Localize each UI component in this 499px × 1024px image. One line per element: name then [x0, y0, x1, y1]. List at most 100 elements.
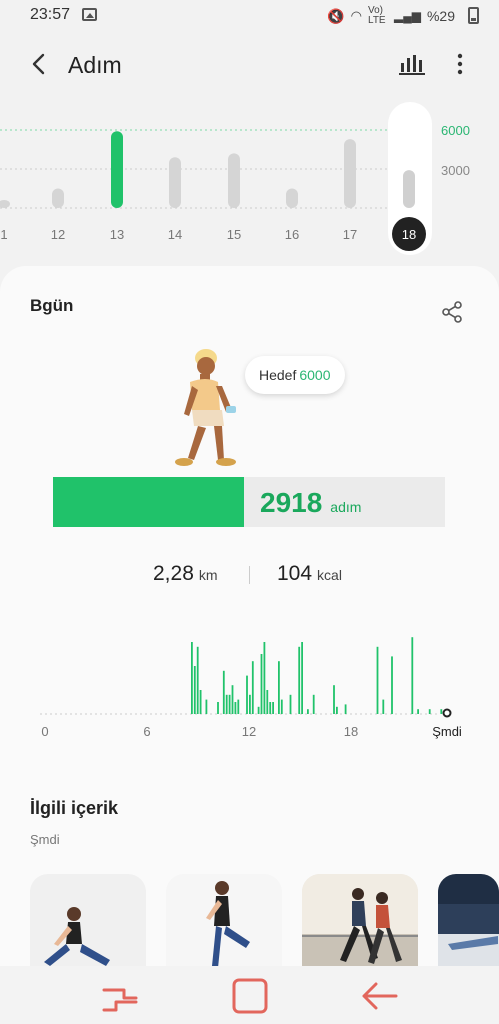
hourly-bar — [376, 646, 379, 714]
weekly-bar[interactable] — [403, 170, 415, 208]
walking-person-illustration — [175, 349, 236, 466]
hourly-bar — [225, 694, 228, 714]
hourly-bar — [205, 699, 208, 714]
back-arrow-icon[interactable] — [28, 52, 52, 76]
hourly-bar — [217, 702, 219, 714]
content-thumbnail-stretch[interactable] — [30, 874, 146, 974]
hourly-tick-label: 6 — [143, 724, 150, 739]
goal-badge: Hedef 6000 — [245, 356, 345, 394]
hourly-tick-label: Şmdi — [432, 724, 462, 739]
hourly-bar — [280, 699, 283, 714]
hourly-bar — [246, 675, 248, 714]
weekly-day-label[interactable]: 18 — [402, 227, 416, 242]
weekly-bar[interactable] — [0, 200, 10, 208]
content-thumbnail-running[interactable] — [302, 874, 418, 974]
network-type: Vo) LTE — [368, 5, 386, 26]
related-content-subtitle: Şmdi — [30, 832, 60, 847]
mid-axis-label: 3000 — [441, 163, 470, 178]
hourly-bar — [307, 709, 309, 714]
hourly-bar — [263, 642, 266, 714]
hourly-bar — [234, 702, 237, 714]
distance-unit: km — [198, 567, 218, 583]
steps-unit: adım — [330, 499, 362, 515]
weekly-bar[interactable] — [52, 188, 64, 209]
steps-count: 2918 adım — [260, 487, 361, 519]
calories-stat: 104 kcal — [277, 562, 342, 586]
weekly-bar[interactable] — [111, 131, 123, 208]
home-button-icon[interactable] — [230, 978, 270, 1014]
hourly-bar — [251, 661, 254, 714]
battery-percent: %29 — [426, 8, 455, 24]
status-icons: 🔇 ◠ Vo) LTE ▂▄▆ %29 — [327, 6, 455, 26]
page-title: Adım — [68, 52, 122, 78]
recent-apps-icon[interactable] — [100, 978, 140, 1014]
hourly-bar — [222, 670, 225, 714]
content-thumbnail-sofa[interactable] — [438, 874, 499, 974]
hourly-tick-label: 0 — [41, 724, 48, 739]
hourly-bar — [298, 646, 301, 714]
hourly-bar — [249, 694, 251, 714]
stats-divider — [249, 566, 250, 584]
weekly-steps-chart: 6000 3000 1 12 13 14 15 16 17 18 — [0, 102, 470, 255]
signal-icon: ▂▄▆ — [394, 9, 421, 23]
woman-leg-stretch-icon — [206, 881, 250, 968]
hourly-bar — [278, 661, 280, 714]
hourly-bar — [231, 685, 234, 714]
hourly-bar — [333, 685, 335, 714]
hourly-tick-label: 12 — [242, 724, 256, 739]
hourly-bar — [312, 694, 315, 714]
content-thumbnail-leg-stretch[interactable] — [166, 874, 282, 974]
hourly-bar — [266, 690, 269, 714]
back-nav-icon[interactable] — [360, 978, 400, 1014]
system-nav-bar — [0, 966, 499, 1024]
share-icon[interactable] — [440, 300, 464, 324]
couple-running-icon — [302, 874, 418, 974]
hourly-bar — [411, 637, 414, 714]
weekly-day-label[interactable]: 1 — [0, 227, 7, 242]
goal-label: Hedef — [259, 367, 297, 383]
distance-value: 2,28 — [153, 562, 194, 585]
today-label: Bgün — [30, 296, 74, 315]
calories-value: 104 — [277, 562, 313, 585]
activity-stats: 2,28 km 104 kcal — [0, 562, 499, 592]
weekly-day-label[interactable]: 15 — [227, 227, 241, 242]
more-options-icon[interactable] — [448, 52, 472, 76]
wifi-icon: ◠ — [350, 8, 362, 23]
hourly-bar — [269, 702, 272, 714]
battery-icon — [468, 7, 479, 24]
hourly-bar — [289, 694, 292, 714]
hourly-bar — [272, 702, 274, 714]
hourly-tick-label: 18 — [344, 724, 358, 739]
hourly-bar — [237, 699, 240, 714]
distance-stat: 2,28 km — [153, 562, 218, 586]
gallery-notification-icon — [82, 8, 97, 21]
weekly-day-label[interactable]: 13 — [110, 227, 124, 242]
weekly-day-label[interactable]: 17 — [343, 227, 357, 242]
hourly-bar — [193, 666, 196, 714]
app-header: Adım — [0, 40, 499, 90]
goal-axis-label: 6000 — [441, 123, 470, 138]
today-card: Bgün Hedef 6000 2918 adım 2,28 km 104 kc… — [0, 266, 499, 974]
weekly-day-label[interactable]: 14 — [168, 227, 182, 242]
steps-progress-bar — [53, 477, 445, 527]
weekly-bar[interactable] — [169, 157, 181, 208]
weekly-day-label[interactable]: 12 — [51, 227, 65, 242]
hourly-bar — [196, 646, 199, 714]
steps-progress-fill — [53, 477, 244, 527]
hourly-bar — [260, 654, 263, 714]
hourly-bar — [440, 709, 443, 714]
weekly-bar[interactable] — [344, 139, 356, 208]
woman-stretching-icon — [44, 907, 110, 966]
weekly-day-label[interactable]: 16 — [285, 227, 299, 242]
hourly-bar — [301, 642, 303, 714]
sofa-icon — [438, 904, 499, 974]
related-content-title: İlgili içerik — [30, 798, 119, 818]
weekly-bar[interactable] — [228, 153, 240, 208]
hourly-bar — [428, 709, 431, 714]
weekly-bar[interactable] — [286, 188, 298, 209]
status-bar: 23:57 🔇 ◠ Vo) LTE ▂▄▆ %29 — [0, 0, 499, 32]
hourly-bar — [257, 706, 260, 714]
hourly-bar — [336, 706, 338, 714]
hourly-bar — [199, 690, 202, 714]
trends-chart-icon[interactable] — [398, 52, 426, 76]
